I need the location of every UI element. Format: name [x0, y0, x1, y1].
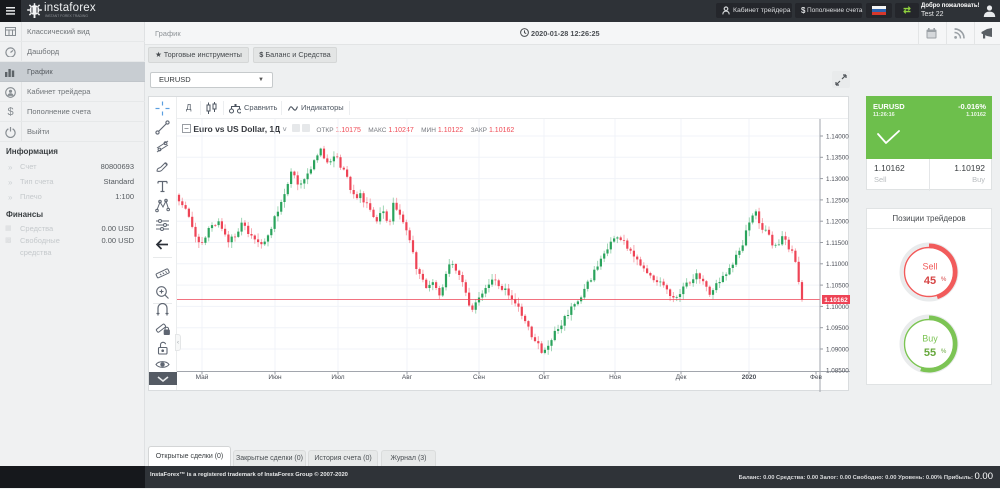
svg-text:1.14000: 1.14000	[826, 133, 849, 140]
svg-text:Авг: Авг	[402, 374, 413, 381]
svg-text:1.09000: 1.09000	[826, 346, 849, 353]
svg-text:1.10162: 1.10162	[824, 297, 848, 304]
svg-text:55: 55	[924, 347, 936, 359]
svg-text:Сен: Сен	[473, 374, 485, 381]
svg-text:Sell: Sell	[922, 262, 937, 272]
svg-text:1.13500: 1.13500	[826, 155, 849, 162]
svg-text:Июн: Июн	[268, 374, 282, 381]
svg-text:%: %	[941, 349, 947, 355]
svg-text:Май: Май	[196, 373, 209, 381]
svg-text:Окт: Окт	[539, 374, 550, 381]
svg-text:%: %	[941, 277, 947, 283]
svg-text:1.13000: 1.13000	[826, 176, 849, 183]
svg-text:Дек: Дек	[676, 374, 687, 381]
svg-text:1.12000: 1.12000	[826, 219, 849, 226]
svg-text:Ноя: Ноя	[609, 374, 621, 381]
svg-text:1.11000: 1.11000	[826, 261, 849, 268]
svg-text:1.09500: 1.09500	[826, 325, 849, 332]
svg-text:45: 45	[924, 275, 936, 287]
svg-text:1.10000: 1.10000	[826, 304, 849, 311]
svg-text:Buy: Buy	[922, 334, 938, 344]
svg-text:1.12500: 1.12500	[826, 197, 849, 204]
svg-text:1.10500: 1.10500	[826, 283, 849, 290]
svg-text:1.08500: 1.08500	[826, 368, 849, 375]
svg-text:Июл: Июл	[331, 374, 344, 381]
svg-text:1.11500: 1.11500	[826, 240, 849, 247]
svg-text:2020: 2020	[742, 374, 757, 381]
svg-text:Фев: Фев	[810, 374, 823, 381]
